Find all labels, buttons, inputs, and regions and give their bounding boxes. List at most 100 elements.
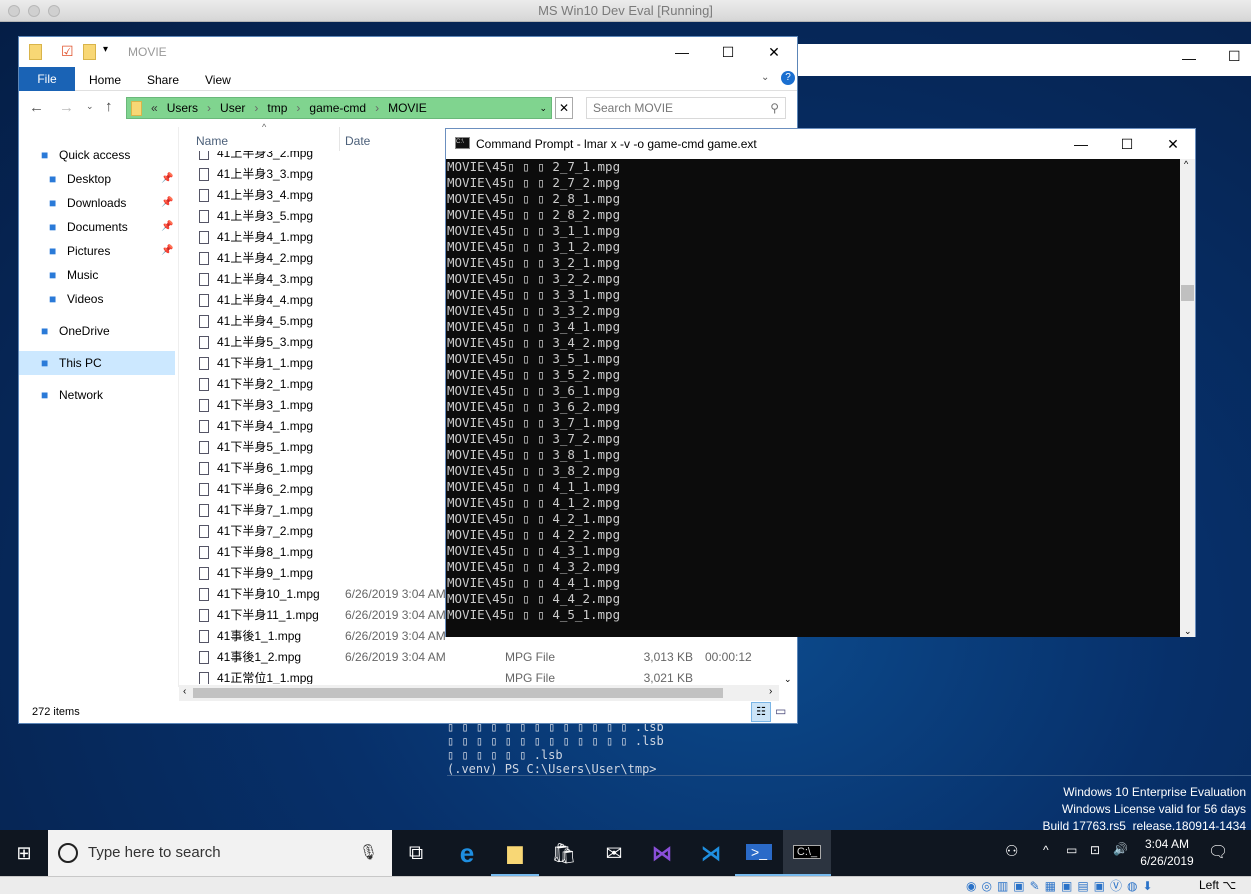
ribbon-tab-home[interactable]: Home xyxy=(89,73,121,87)
new-folder-icon[interactable] xyxy=(83,44,96,60)
breadcrumb-users[interactable]: Users xyxy=(167,101,198,115)
clear-address-icon[interactable]: ✕ xyxy=(555,97,573,119)
file-name: 41上半身4_1.mpg xyxy=(217,230,314,244)
maximize-icon[interactable]: ☐ xyxy=(1228,48,1241,65)
expand-ribbon-icon[interactable]: ⌄ xyxy=(761,72,769,83)
close-button[interactable] xyxy=(8,5,20,17)
close-button[interactable]: ✕ xyxy=(751,37,797,67)
ribbon-tab-file[interactable]: File xyxy=(19,67,75,91)
scroll-right-icon[interactable]: › xyxy=(769,686,772,697)
nav-item-downloads[interactable]: ■ Downloads 📌 xyxy=(49,191,173,215)
column-date[interactable]: Date xyxy=(345,134,370,148)
window-title: MOVIE xyxy=(128,45,167,59)
file-explorer-icon[interactable]: ▆ xyxy=(491,830,539,876)
scroll-left-icon[interactable]: ‹ xyxy=(183,686,186,697)
mail-icon[interactable]: ✉ xyxy=(590,830,638,876)
minimize-button[interactable] xyxy=(28,5,40,17)
minimize-button[interactable]: — xyxy=(659,37,705,67)
breadcrumb-movie[interactable]: MOVIE xyxy=(388,101,427,115)
maximize-button[interactable]: ☐ xyxy=(705,37,751,67)
column-name[interactable]: Name xyxy=(196,134,228,148)
scrollbar-thumb[interactable] xyxy=(1181,285,1194,301)
address-dropdown-icon[interactable]: ⌄ xyxy=(539,103,547,114)
minimize-button[interactable]: — xyxy=(1058,129,1104,159)
cmd-title-bar[interactable]: C:\ Command Prompt - lmar x -v -o game-c… xyxy=(446,129,1195,159)
thumbnail-view-icon[interactable]: ▭ xyxy=(775,704,786,718)
ribbon-tab-share[interactable]: Share xyxy=(147,73,179,87)
vbox-device-icons[interactable]: ◉◎▥▣✎▦▣▤▣Ⓥ◍⬇ xyxy=(966,877,1158,894)
nav-item-pictures[interactable]: ■ Pictures 📌 xyxy=(49,239,173,263)
pin-icon[interactable]: 📌 xyxy=(161,167,173,191)
cmd-scrollbar[interactable]: ^ ⌄ xyxy=(1180,159,1195,637)
pin-icon[interactable]: 📌 xyxy=(161,215,173,239)
explorer-title-bar[interactable]: ☑ ▾ MOVIE — ☐ ✕ xyxy=(19,37,797,67)
search-input[interactable]: Search MOVIE ⚲ xyxy=(586,97,786,119)
breadcrumb[interactable]: « Users › User › tmp › game-cmd › MOVIE ⌄ xyxy=(126,97,552,119)
start-button[interactable]: ⊞ xyxy=(0,830,48,876)
powershell-output: ▯ ▯ ▯ ▯ ▯ ▯ ▯ ▯ ▯ ▯ ▯ ▯ ▯ .lsb ▯ ▯ ▯ ▯ ▯… xyxy=(447,718,1251,776)
network-icon[interactable]: ⊡ xyxy=(1090,843,1100,857)
breadcrumb-tmp[interactable]: tmp xyxy=(267,101,287,115)
file-icon xyxy=(199,672,209,684)
visual-studio-icon[interactable]: ⋈ xyxy=(638,830,686,876)
ribbon-tab-view[interactable]: View xyxy=(205,73,231,87)
back-icon[interactable]: ← xyxy=(29,99,44,116)
file-icon xyxy=(199,525,209,538)
horizontal-scrollbar[interactable]: ‹ › xyxy=(179,685,779,701)
powershell-icon[interactable]: >_ xyxy=(735,830,783,876)
file-row[interactable]: 41正常位1_1.mpg MPG File 3,021 KB xyxy=(197,668,757,684)
file-name: 41上半身3_3.mpg xyxy=(217,167,314,181)
nav-item-quick-access[interactable]: ■ Quick access xyxy=(41,143,130,167)
watermark-line: Windows 10 Enterprise Evaluation xyxy=(1063,785,1246,799)
file-icon xyxy=(199,483,209,496)
volume-icon[interactable]: 🔊 xyxy=(1113,842,1128,856)
close-button[interactable]: ✕ xyxy=(1150,129,1196,159)
nav-item-onedrive[interactable]: ■ OneDrive xyxy=(41,319,110,343)
pin-icon[interactable]: 📌 xyxy=(161,191,173,215)
file-name: 41事後1_1.mpg xyxy=(217,629,302,643)
breadcrumb-user[interactable]: User xyxy=(220,101,245,115)
microphone-icon[interactable]: 🎙 xyxy=(359,830,378,876)
qat-dropdown-icon[interactable]: ▾ xyxy=(103,44,108,55)
nav-item-documents[interactable]: ■ Documents 📌 xyxy=(49,215,173,239)
nav-item-videos[interactable]: ■ Videos xyxy=(49,287,103,311)
task-view-icon[interactable]: ⧉ xyxy=(392,830,440,876)
nav-item-this-pc[interactable]: ■ This PC xyxy=(19,351,175,375)
overflow-icon[interactable]: « xyxy=(151,101,158,115)
maximize-button[interactable]: ☐ xyxy=(1104,129,1150,159)
vscode-icon[interactable]: ⋊ xyxy=(687,830,735,876)
command-prompt-taskbar-icon[interactable]: C:\_ xyxy=(783,830,831,876)
clock[interactable]: 3:04 AM 6/26/2019 xyxy=(1138,836,1196,870)
chevron-right-icon: › xyxy=(254,101,259,115)
scroll-down-icon[interactable]: ⌄ xyxy=(784,674,792,685)
nav-item-desktop[interactable]: ■ Desktop 📌 xyxy=(49,167,173,191)
file-type: MPG File xyxy=(505,671,556,684)
store-icon[interactable]: 🛍 xyxy=(540,830,588,876)
scroll-down-icon[interactable]: ⌄ xyxy=(1184,626,1192,637)
nav-item-network[interactable]: ■ Network xyxy=(41,383,103,407)
nav-item-music[interactable]: ■ Music xyxy=(49,263,98,287)
zoom-button[interactable] xyxy=(48,5,60,17)
taskbar-search[interactable]: Type here to search 🎙 xyxy=(48,830,392,876)
scrollbar-thumb[interactable] xyxy=(193,688,723,698)
pin-icon[interactable]: 📌 xyxy=(161,239,173,263)
minimize-icon[interactable]: — xyxy=(1182,50,1196,66)
file-name: 41上半身4_3.mpg xyxy=(217,272,314,286)
help-icon[interactable]: ? xyxy=(781,71,795,85)
scroll-up-icon[interactable]: ^ xyxy=(1184,159,1188,169)
battery-icon[interactable]: ▭ xyxy=(1066,843,1077,857)
file-icon xyxy=(199,210,209,223)
up-icon[interactable]: ↑ xyxy=(105,98,113,115)
action-center-icon[interactable]: 🗨 xyxy=(1208,842,1228,862)
file-icon xyxy=(199,546,209,559)
people-icon[interactable]: ⚇ xyxy=(1005,842,1018,860)
forward-icon[interactable]: → xyxy=(59,99,74,116)
recent-icon[interactable]: ⌄ xyxy=(86,101,94,112)
edge-icon[interactable]: e xyxy=(443,830,491,876)
breadcrumb-game-cmd[interactable]: game-cmd xyxy=(309,101,366,115)
file-row[interactable]: 41事後1_2.mpg 6/26/2019 3:04 AM MPG File 3,01… xyxy=(197,647,757,668)
details-view-icon[interactable]: ☷ xyxy=(751,702,771,722)
show-hidden-icons[interactable]: ^ xyxy=(1043,843,1049,857)
cmd-line: MOVIE\45▯ ▯ ▯ 4_1_2.mpg xyxy=(447,495,621,510)
properties-icon[interactable]: ☑ xyxy=(61,43,74,60)
